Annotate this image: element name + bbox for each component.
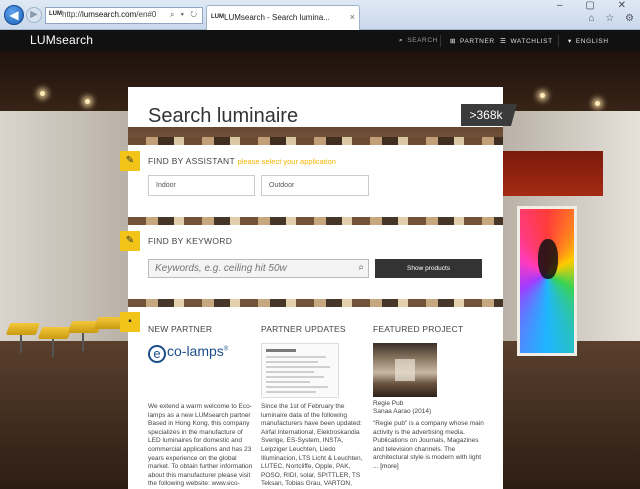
search-header-card: Search luminaire >368k <box>128 87 517 127</box>
thumb-line <box>266 371 314 373</box>
thumb-line <box>266 361 318 363</box>
pencil-icon: ✎ <box>120 231 140 251</box>
chair-leg <box>52 339 54 357</box>
red-wall-panel <box>503 151 603 196</box>
ceiling-light <box>85 99 90 104</box>
thumb-line <box>266 391 316 393</box>
thumb-line <box>266 376 324 378</box>
thumb-line <box>266 366 330 368</box>
tab-title: LUMsearch - Search lumina... <box>224 13 330 22</box>
assistant-panel: ✎ FIND BY ASSISTANT please select your a… <box>120 145 503 217</box>
project-author: Sanaa Aarao (2014) <box>373 408 432 415</box>
keyword-panel: ✎ FIND BY KEYWORD ⌕ Show products <box>120 225 503 299</box>
nav-partner-label: PARTNER <box>460 38 495 45</box>
list-icon: ☰ <box>500 38 507 45</box>
address-url[interactable]: http://lumsearch.com/en#0 <box>62 10 156 19</box>
wall-artwork <box>517 206 577 356</box>
partner-updates-thumbnail[interactable] <box>261 343 339 398</box>
url-host: lumsearch.com <box>82 10 137 19</box>
news-panel: ▪ NEW PARTNER e co-lamps® We extend a war… <box>120 307 503 489</box>
page-title: Search luminaire <box>148 105 299 127</box>
thumb-line <box>266 386 328 388</box>
search-icon: ⌕ <box>399 37 404 44</box>
speech-bubble-icon: ▪ <box>120 312 140 332</box>
featured-project-thumbnail[interactable] <box>373 343 437 397</box>
plus-square-icon: ⊞ <box>450 38 457 45</box>
address-tools-icon[interactable]: ⌕ ▾ ↻ <box>170 10 199 20</box>
site-header: LUMsearch ⌕ SEARCH ⊞ PARTNER ☰ WATCHLIST ▾ E… <box>0 30 640 51</box>
thumb-line <box>266 356 326 358</box>
featured-project-text: "Regie pub" is a company whose main acti… <box>373 420 485 472</box>
assistant-title: FIND BY ASSISTANT please select your app… <box>148 156 336 166</box>
url-path: /en#0 <box>136 10 157 19</box>
window-controls-icon[interactable]: – ▢ ✕ <box>557 0 636 11</box>
eco-logo-text: co-lamps <box>167 343 224 359</box>
address-bar[interactable]: LUM http://lumsearch.com/en#0 ⌕ ▾ ↻ <box>45 7 203 24</box>
luminaire-count-badge: >368k <box>461 104 517 126</box>
url-prefix: http:// <box>62 10 83 19</box>
nav-partner[interactable]: ⊞ PARTNER <box>450 37 495 45</box>
ceiling-light <box>540 93 545 98</box>
project-more-link[interactable]: [more] <box>380 463 398 470</box>
partner-updates-title: PARTNER UPDATES <box>261 324 346 334</box>
nav-language[interactable]: ▾ ENGLISH <box>568 37 609 45</box>
site-logo[interactable]: LUMsearch <box>30 33 93 47</box>
forward-arrow-icon[interactable]: ▶ <box>26 7 42 23</box>
assistant-hint: please select your application <box>237 157 336 166</box>
yellow-chair <box>37 327 73 339</box>
tab-close-icon[interactable]: × <box>350 12 355 22</box>
magic-wand-icon: ✎ <box>120 151 140 171</box>
nav-divider <box>440 35 441 47</box>
browser-chrome: ◀ ▶ LUM http://lumsearch.com/en#0 ⌕ ▾ ↻ … <box>0 0 640 30</box>
indoor-option[interactable]: Indoor <box>148 175 255 196</box>
yellow-chair <box>5 323 41 335</box>
tab-favicon-icon: LUM <box>211 14 224 20</box>
photo-strip <box>128 137 503 145</box>
eco-lamps-logo[interactable]: e co-lamps® <box>148 343 228 365</box>
ceiling-light <box>595 101 600 106</box>
assistant-title-text: FIND BY ASSISTANT <box>148 156 235 166</box>
photo-strip <box>128 217 503 225</box>
keyword-search-input[interactable] <box>149 260 349 277</box>
nav-search-label: SEARCH <box>407 37 438 44</box>
partner-updates-text: Since the 1st of February the luminaire … <box>261 403 363 489</box>
featured-project-title: FEATURED PROJECT <box>373 324 464 334</box>
back-arrow-icon[interactable]: ◀ <box>4 5 24 25</box>
nav-divider <box>558 35 559 47</box>
new-partner-text: We extend a warm welcome to Eco-lamps as… <box>148 403 253 489</box>
keyword-search-field[interactable]: ⌕ <box>148 259 369 278</box>
magnifier-icon[interactable]: ⌕ <box>358 262 364 273</box>
nav-watchlist-label: WATCHLIST <box>510 38 553 45</box>
nav-search[interactable]: ⌕ SEARCH <box>399 37 438 45</box>
caret-down-icon: ▾ <box>568 38 572 45</box>
site-favicon-icon: LUM <box>49 11 62 17</box>
thumb-line <box>266 349 296 352</box>
nav-watchlist[interactable]: ☰ WATCHLIST <box>500 37 553 45</box>
chair-leg <box>82 333 84 351</box>
new-partner-title: NEW PARTNER <box>148 324 213 334</box>
nav-language-label: ENGLISH <box>575 38 609 45</box>
toolbar-icons[interactable]: ⌂ ☆ ⚙ <box>588 13 638 24</box>
photo-strip <box>128 299 503 307</box>
eco-logo-letter: e <box>148 345 166 363</box>
keyword-title: FIND BY KEYWORD <box>148 236 233 246</box>
ceiling-light <box>40 91 45 96</box>
browser-tab[interactable]: LUM LUMsearch - Search lumina... × <box>206 5 360 30</box>
wall-left <box>0 111 128 351</box>
show-products-button[interactable]: Show products <box>375 259 482 278</box>
thumb-line <box>266 381 310 383</box>
chair-leg <box>20 335 22 353</box>
eco-logo-mark: ® <box>223 346 229 353</box>
outdoor-option[interactable]: Outdoor <box>261 175 369 196</box>
